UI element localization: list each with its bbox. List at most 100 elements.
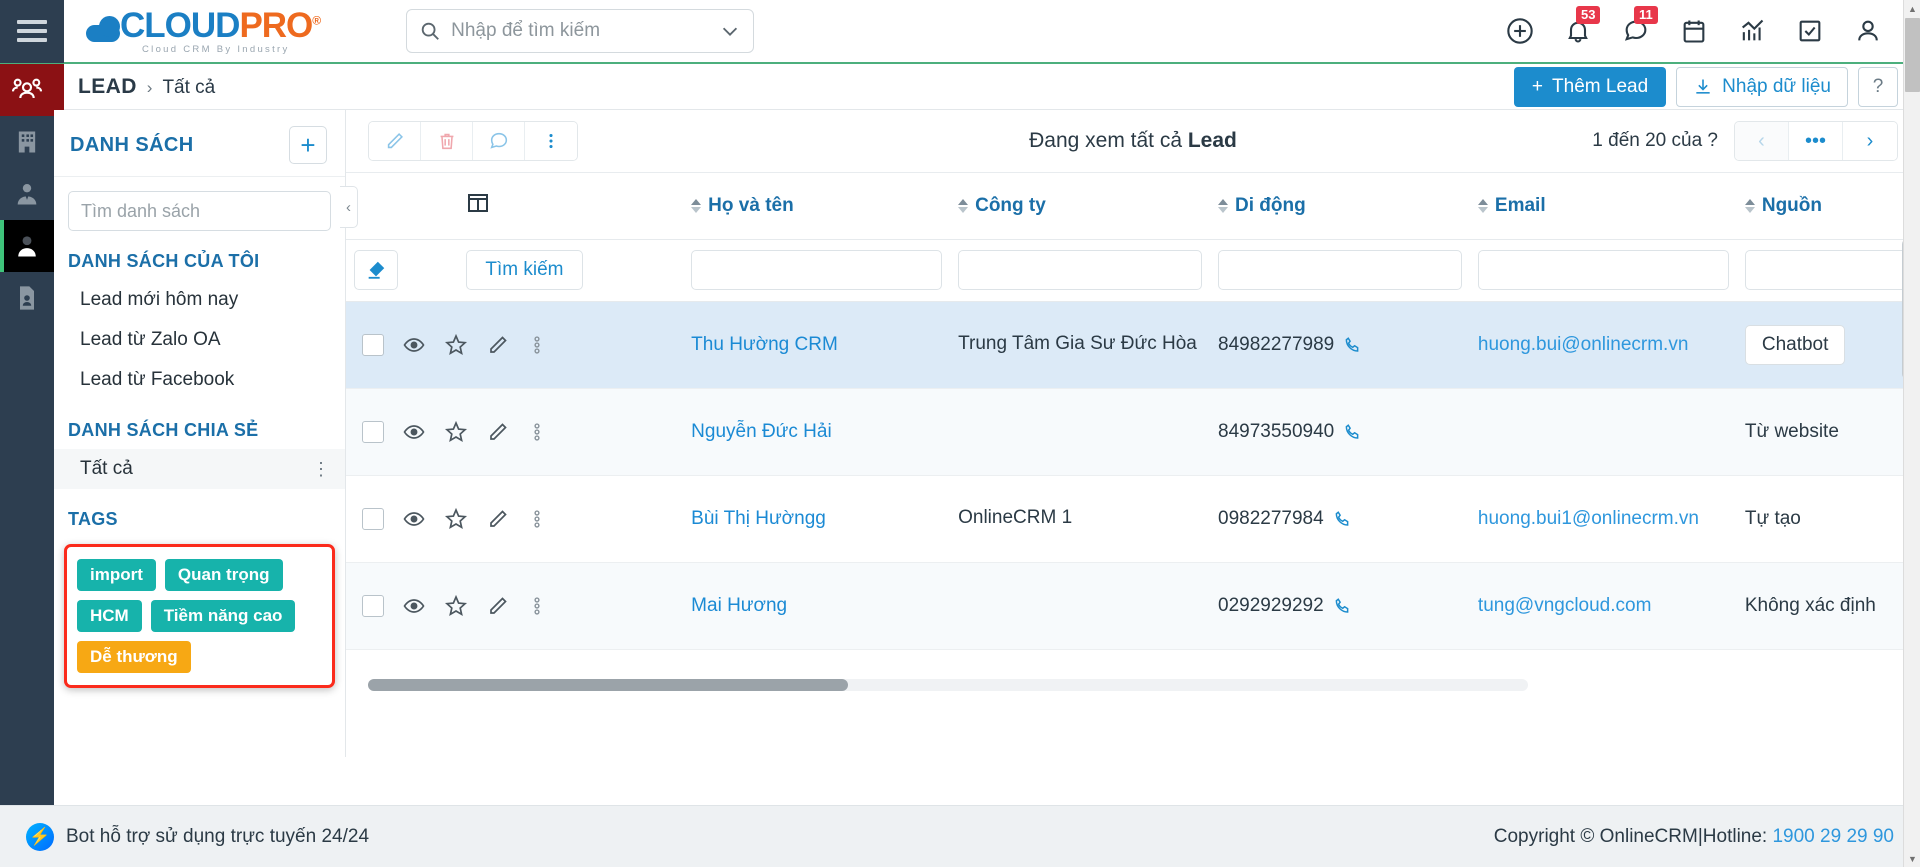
tag-hcm[interactable]: HCM: [77, 600, 142, 632]
user-icon[interactable]: [1854, 17, 1882, 45]
lead-name-link[interactable]: Nguyễn Đức Hải: [691, 421, 832, 442]
rail-item-persons[interactable]: [0, 168, 54, 220]
row-more-options-icon[interactable]: [528, 333, 546, 357]
calendar-icon[interactable]: [1680, 17, 1708, 45]
breadcrumb-root[interactable]: LEAD: [78, 75, 137, 99]
sort-icon[interactable]: [1744, 198, 1755, 213]
table-row[interactable]: Mai Hương 0292929292 tung@vngcloud.com K…: [346, 562, 1920, 649]
phone-call-icon[interactable]: [1333, 510, 1351, 528]
favorite-star-icon[interactable]: [444, 507, 468, 531]
table-row[interactable]: Bùi Thị Hườngg OnlineCRM 1 0982277984 hu…: [346, 475, 1920, 562]
list-item-options-icon[interactable]: ⋮: [312, 459, 331, 480]
global-search[interactable]: [406, 9, 755, 53]
browser-scrollbar[interactable]: ▲ ▼: [1903, 0, 1920, 867]
browser-scroll-thumb[interactable]: [1905, 18, 1920, 92]
add-icon[interactable]: [1506, 17, 1534, 45]
scrollbar-thumb[interactable]: [368, 679, 848, 691]
row-edit-pencil-icon[interactable]: [486, 333, 510, 357]
row-checkbox[interactable]: [362, 333, 384, 356]
hotline-number[interactable]: 1900 29 29 90: [1772, 826, 1894, 847]
filter-name-input[interactable]: [691, 250, 943, 290]
lead-name-link[interactable]: Bùi Thị Hườngg: [691, 508, 826, 529]
tag-import[interactable]: import: [77, 559, 156, 591]
clear-filters-button[interactable]: [354, 250, 398, 290]
sort-icon[interactable]: [958, 198, 969, 213]
add-list-button[interactable]: +: [289, 126, 327, 164]
tag-quan-trong[interactable]: Quan trọng: [164, 559, 283, 591]
table-row[interactable]: Nguyễn Đức Hải 84973550940 Từ website: [346, 388, 1920, 475]
add-lead-button[interactable]: + Thêm Lead: [1513, 66, 1667, 107]
panel-collapse-toggle[interactable]: ‹: [340, 186, 358, 228]
view-eye-icon[interactable]: [402, 507, 426, 531]
column-settings-icon[interactable]: [466, 191, 490, 215]
table-row[interactable]: Thu Hường CRM Trung Tâm Gia Sư Đức Hòa 8…: [346, 301, 1920, 388]
comment-icon[interactable]: [473, 122, 525, 160]
filter-email-input[interactable]: [1477, 250, 1729, 290]
list-search-input[interactable]: [81, 200, 318, 222]
import-data-button[interactable]: Nhập dữ liệu: [1676, 66, 1848, 107]
row-more-options-icon[interactable]: [528, 594, 546, 618]
table-horizontal-scrollbar[interactable]: [368, 679, 1528, 691]
chat-icon[interactable]: 11: [1622, 6, 1658, 45]
phone-call-icon[interactable]: [1343, 423, 1361, 441]
app-logo[interactable]: CLOUDPRO® Cloud CRM By Industry: [64, 8, 321, 55]
filter-source-input[interactable]: [1744, 250, 1920, 290]
lead-name-link[interactable]: Thu Hường CRM: [691, 334, 838, 355]
tag-de-thuong[interactable]: Dễ thương: [77, 641, 191, 673]
help-button[interactable]: ?: [1858, 66, 1898, 107]
row-checkbox[interactable]: [362, 420, 384, 443]
scroll-down-arrow-icon[interactable]: ▼: [1904, 850, 1920, 867]
phone-call-icon[interactable]: [1343, 336, 1361, 354]
search-input[interactable]: [441, 20, 720, 42]
lead-email-link[interactable]: tung@vngcloud.com: [1478, 595, 1652, 616]
favorite-star-icon[interactable]: [444, 420, 468, 444]
column-header-name[interactable]: Họ và tên: [683, 173, 951, 240]
delete-trash-icon[interactable]: [421, 122, 473, 160]
sort-icon[interactable]: [1218, 198, 1229, 213]
row-checkbox[interactable]: [362, 507, 384, 530]
filter-mobile-input[interactable]: [1218, 250, 1462, 290]
task-icon[interactable]: [1796, 17, 1824, 45]
edit-pencil-icon[interactable]: [369, 122, 421, 160]
column-header-source[interactable]: Nguồn: [1736, 173, 1920, 240]
more-options-icon[interactable]: [525, 122, 577, 160]
column-header-company[interactable]: Công ty: [950, 173, 1211, 240]
rail-item-companies[interactable]: [0, 116, 54, 168]
rail-item-leads[interactable]: [0, 220, 54, 272]
scroll-up-arrow-icon[interactable]: ▲: [1904, 0, 1920, 17]
lead-email-link[interactable]: huong.bui@onlinecrm.vn: [1478, 334, 1688, 355]
row-more-options-icon[interactable]: [528, 507, 546, 531]
more-pages-button[interactable]: •••: [1789, 122, 1843, 160]
lead-email-link[interactable]: huong.bui1@onlinecrm.vn: [1478, 508, 1699, 529]
rail-item-contacts[interactable]: [0, 64, 54, 116]
support-bot[interactable]: ⚡ Bot hỗ trợ sử dụng trực tuyến 24/24: [26, 822, 369, 851]
tag-tiem-nang-cao[interactable]: Tiềm năng cao: [150, 600, 296, 632]
column-header-email[interactable]: Email: [1469, 173, 1737, 240]
list-item-tat-ca[interactable]: Tất cả ⋮: [54, 449, 345, 489]
row-checkbox[interactable]: [362, 594, 384, 617]
sort-icon[interactable]: [691, 198, 702, 213]
analytics-icon[interactable]: [1738, 17, 1766, 45]
lead-name-link[interactable]: Mai Hương: [691, 595, 787, 616]
menu-toggle-button[interactable]: [0, 0, 64, 63]
list-search-field[interactable]: [68, 191, 331, 231]
bell-icon[interactable]: 53: [1564, 6, 1601, 45]
list-item-lead-moi-hom-nay[interactable]: Lead mới hôm nay: [54, 280, 345, 320]
rail-item-documents[interactable]: [0, 272, 54, 324]
row-more-options-icon[interactable]: [528, 420, 546, 444]
chevron-down-icon[interactable]: [719, 20, 741, 42]
column-header-mobile[interactable]: Di động: [1210, 173, 1470, 240]
search-filter-button[interactable]: Tìm kiếm: [466, 250, 583, 290]
prev-page-button[interactable]: ‹: [1735, 122, 1789, 160]
filter-company-input[interactable]: [958, 250, 1203, 290]
list-item-lead-tu-facebook[interactable]: Lead từ Facebook: [54, 360, 345, 400]
favorite-star-icon[interactable]: [444, 333, 468, 357]
sort-icon[interactable]: [1477, 198, 1488, 213]
view-eye-icon[interactable]: [402, 594, 426, 618]
phone-call-icon[interactable]: [1333, 597, 1351, 615]
list-item-lead-tu-zalo-oa[interactable]: Lead từ Zalo OA: [54, 320, 345, 360]
row-edit-pencil-icon[interactable]: [486, 507, 510, 531]
view-eye-icon[interactable]: [402, 420, 426, 444]
row-edit-pencil-icon[interactable]: [486, 420, 510, 444]
next-page-button[interactable]: ›: [1843, 122, 1897, 160]
